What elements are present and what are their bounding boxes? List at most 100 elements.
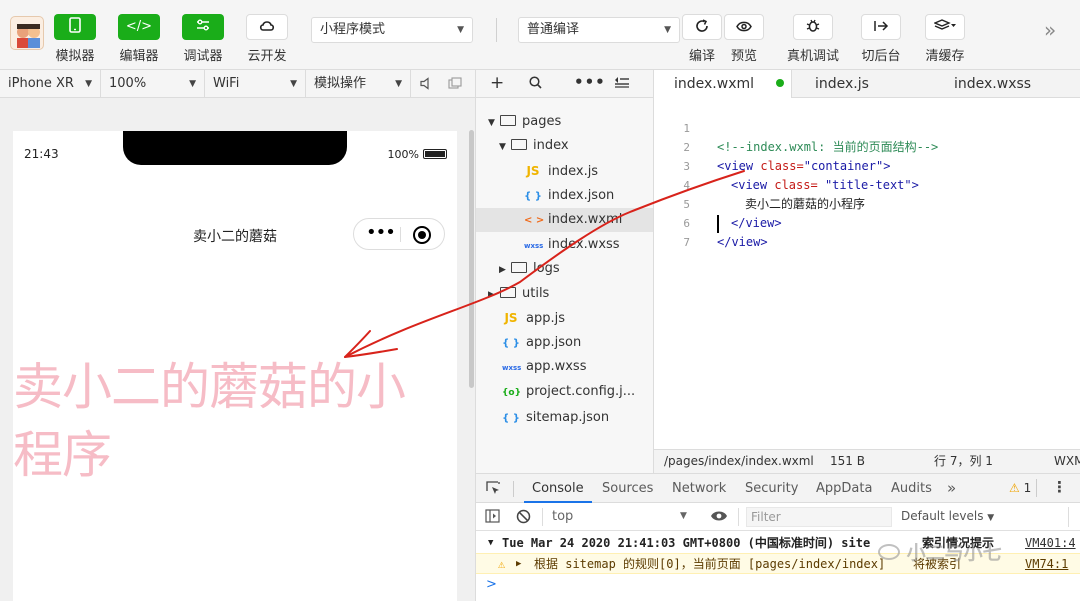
tree-file-sitemap-json[interactable]: { } sitemap.json [476, 406, 653, 430]
tree-label: app.js [526, 311, 565, 326]
device-select[interactable]: iPhone XR ▼ [0, 70, 101, 98]
tree-file-app-wxss[interactable]: wxss app.wxss [476, 355, 653, 379]
watermark-logo-icon [878, 544, 900, 560]
tab-network[interactable]: Network [672, 474, 726, 503]
tab-index-wxml[interactable]: index.wxml [654, 70, 792, 98]
background-button[interactable]: 切后台 [852, 14, 910, 64]
caret-down-icon: ▼ [457, 25, 464, 35]
file-language[interactable]: WXM [1054, 450, 1080, 473]
context-select[interactable]: top ▼ [552, 509, 692, 524]
mode-select[interactable]: 小程序模式 ▼ [311, 17, 473, 43]
tree-file-index-wxml[interactable]: < > index.wxml [476, 208, 653, 232]
tree-file-index-json[interactable]: { } index.json [476, 184, 653, 208]
title-text: 卖小二的蘑菇的小程序 [13, 358, 406, 484]
volume-icon[interactable] [420, 77, 432, 93]
js-file-icon: JS [526, 164, 540, 178]
wxss-file-icon: wxss [502, 364, 522, 372]
tree-file-app-json[interactable]: { } app.json [476, 331, 653, 355]
text-cursor [717, 215, 719, 233]
tree-label: index.js [548, 164, 599, 179]
simulator-button[interactable]: 模拟器 [46, 14, 104, 64]
collapse-icon[interactable] [614, 74, 630, 92]
tab-index-js[interactable]: index.js [815, 70, 869, 98]
phone-notch [123, 131, 347, 165]
tree-file-index-wxss[interactable]: wxss index.wxss [476, 233, 653, 257]
tree-label: project.config.j... [526, 384, 636, 399]
editor-tabs: index.wxml index.js index.wxss [654, 70, 1080, 98]
tab-console[interactable]: Console [524, 474, 592, 503]
expanded-triangle-icon: ▼ [488, 538, 494, 548]
code-line: 2 <view class="container"> [654, 119, 1080, 173]
collapsed-triangle-icon: ▶ [499, 265, 506, 275]
tree-file-app-js[interactable]: JS app.js [476, 306, 653, 330]
more-icon[interactable]: ••• [574, 73, 606, 91]
vertical-more-icon[interactable]: ⋮ [1052, 478, 1067, 496]
cursor-position[interactable]: 行 7，列 1 [934, 450, 993, 473]
capsule-menu[interactable]: ••• [353, 218, 445, 250]
phone-screen[interactable]: 21:43 100% 卖小二的蘑菇 ••• 卖小二的蘑菇的小程序 [13, 131, 457, 601]
editor-button[interactable]: </> 编辑器 [110, 14, 168, 64]
tree-folder-index[interactable]: ▼ index [476, 134, 653, 158]
zoom-select[interactable]: 100% ▼ [101, 70, 205, 98]
file-size: 151 B [830, 454, 865, 468]
collapsed-triangle-icon: ▶ [516, 559, 522, 569]
device-select-value: iPhone XR [8, 76, 74, 91]
zoom-select-value: 100% [109, 76, 147, 91]
clear-cache-button[interactable]: 清缓存 [916, 14, 974, 64]
detach-window-icon[interactable] [448, 77, 462, 93]
toolbar-divider [1068, 507, 1069, 527]
tree-file-index-js[interactable]: JS index.js [476, 159, 653, 183]
more-dots-icon[interactable]: ••• [366, 222, 396, 243]
remote-debug-button[interactable]: 真机调试 [784, 14, 842, 64]
tree-file-project-config[interactable]: {o} project.config.j... [476, 380, 653, 404]
close-record-icon[interactable] [413, 226, 431, 244]
tree-label: index.wxml [548, 212, 623, 227]
caret-down-icon: ▼ [680, 511, 687, 521]
search-icon[interactable] [529, 75, 542, 93]
chevron-down-icon: ▼ [85, 79, 92, 89]
tab-appdata[interactable]: AppData [816, 474, 872, 503]
inspect-element-icon[interactable] [486, 481, 501, 499]
tab-audits[interactable]: Audits [891, 474, 932, 503]
clear-console-icon[interactable] [516, 509, 531, 527]
tree-label: index.wxss [548, 237, 620, 252]
log-source-link[interactable]: VM74:1 [1025, 554, 1068, 575]
battery-percent: 100% [387, 148, 419, 161]
sidebar-toggle-icon[interactable] [485, 509, 500, 526]
preview-label: 预览 [730, 49, 757, 64]
code-line: 6 </view> [654, 195, 1080, 249]
cloud-dev-button[interactable]: 云开发 [238, 14, 296, 64]
tree-label: sitemap.json [526, 410, 610, 425]
tree-label: index [533, 138, 569, 153]
user-avatar[interactable] [10, 16, 44, 50]
tree-folder-logs[interactable]: ▶ logs [476, 257, 653, 281]
debugger-button[interactable]: 调试器 [174, 14, 232, 64]
tree-folder-utils[interactable]: ▶ utils [476, 282, 653, 306]
tab-sources[interactable]: Sources [602, 474, 653, 503]
watermark-text: 小二与小七 [906, 542, 1002, 564]
tab-security[interactable]: Security [745, 474, 798, 503]
warning-counter[interactable]: ⚠ 1 [1009, 481, 1031, 495]
console-filter-input[interactable]: Filter [746, 507, 892, 527]
wxss-file-icon: wxss [524, 242, 544, 250]
preview-button[interactable]: 预览 [715, 14, 773, 64]
network-select[interactable]: WiFi ▼ [205, 70, 306, 98]
editor-status-bar: /pages/index/index.wxml 151 B 行 7，列 1 WX… [654, 449, 1080, 473]
log-source-link[interactable]: VM401:4 [1025, 533, 1076, 553]
chevron-down-icon: ▼ [290, 79, 297, 89]
compile-select[interactable]: 普通编译 ▼ [518, 17, 680, 43]
add-file-icon[interactable]: + [490, 73, 504, 93]
tab-index-wxss[interactable]: index.wxss [954, 70, 1031, 98]
tree-folder-pages[interactable]: ▼ pages [476, 110, 653, 134]
simulator-label: 模拟器 [55, 49, 95, 64]
simulate-operation-select[interactable]: 模拟操作 ▼ [306, 70, 411, 98]
console-prompt[interactable]: > [486, 577, 497, 592]
config-file-icon: {o} [502, 388, 521, 398]
more-tabs-button[interactable]: » [947, 474, 956, 503]
live-expression-eye-icon[interactable] [710, 510, 728, 525]
simulator-scrollbar[interactable] [469, 130, 474, 388]
log-levels-select[interactable]: Default levels ▼ [901, 509, 994, 523]
console-toolbar: top ▼ Filter Default levels ▼ [476, 503, 1080, 531]
toolbar-more-button[interactable]: » [1044, 18, 1056, 42]
toolbar-divider [738, 508, 739, 526]
